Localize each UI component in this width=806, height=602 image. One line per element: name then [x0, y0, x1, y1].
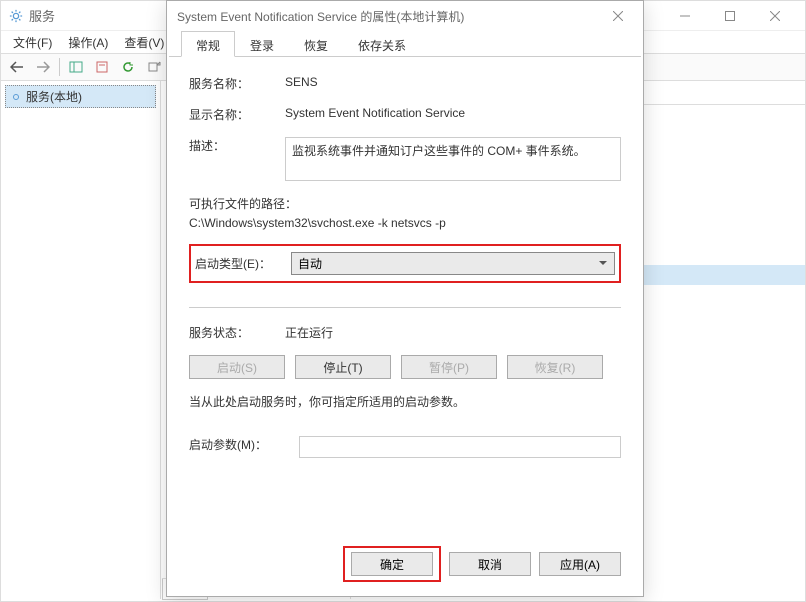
gear-icon [10, 91, 22, 103]
menu-file[interactable]: 文件(F) [7, 32, 58, 53]
pause-button: 暂停(P) [401, 355, 497, 379]
forward-button[interactable] [31, 56, 55, 78]
tree-node-services-local[interactable]: 服务(本地) [5, 85, 156, 108]
tab-recovery[interactable]: 恢复 [289, 31, 343, 56]
start-params-input [299, 436, 621, 458]
maximize-button[interactable] [707, 1, 752, 31]
dialog-close-button[interactable] [603, 1, 633, 31]
dialog-button-row: 确定 取消 应用(A) [343, 546, 621, 582]
export-icon[interactable] [142, 56, 166, 78]
label-description: 描述： [189, 137, 285, 154]
label-service-name: 服务名称： [189, 75, 285, 92]
apply-button[interactable]: 应用(A) [539, 552, 621, 576]
window-controls [662, 1, 797, 31]
dialog-tabs: 常规 登录 恢复 依存关系 [169, 31, 641, 57]
resume-button: 恢复(R) [507, 355, 603, 379]
divider [189, 307, 621, 308]
value-service-name: SENS [285, 75, 621, 89]
label-service-status: 服务状态： [189, 324, 285, 341]
label-startup-type: 启动类型(E)： [195, 252, 291, 272]
close-button[interactable] [752, 1, 797, 31]
value-service-status: 正在运行 [285, 324, 621, 341]
label-exe-path: 可执行文件的路径： [189, 195, 621, 212]
menu-view[interactable]: 查看(V) [118, 32, 170, 53]
label-start-params: 启动参数(M)： [189, 436, 299, 453]
dialog-title: System Event Notification Service 的属性(本地… [177, 8, 603, 25]
back-button[interactable] [5, 56, 29, 78]
description-textbox[interactable]: 监视系统事件并通知订户这些事件的 COM+ 事件系统。 [285, 137, 621, 181]
value-display-name: System Event Notification Service [285, 106, 621, 120]
menu-action[interactable]: 操作(A) [62, 32, 114, 53]
value-exe-path: C:\Windows\system32\svchost.exe -k netsv… [189, 216, 621, 230]
cancel-button[interactable]: 取消 [449, 552, 531, 576]
refresh-icon[interactable] [116, 56, 140, 78]
minimize-button[interactable] [662, 1, 707, 31]
properties-icon[interactable] [90, 56, 114, 78]
tab-dependencies[interactable]: 依存关系 [343, 31, 421, 56]
tab-general[interactable]: 常规 [181, 31, 235, 57]
start-button: 启动(S) [189, 355, 285, 379]
dialog-titlebar[interactable]: System Event Notification Service 的属性(本地… [167, 1, 643, 31]
tab-logon[interactable]: 登录 [235, 31, 289, 56]
gear-icon [9, 9, 23, 23]
start-params-hint: 当从此处启动服务时，你可指定所适用的启动参数。 [189, 393, 621, 410]
startup-type-combo[interactable]: 自动 [291, 252, 615, 275]
show-hide-icon[interactable] [64, 56, 88, 78]
ok-highlight: 确定 [343, 546, 441, 582]
stop-button[interactable]: 停止(T) [295, 355, 391, 379]
properties-dialog: System Event Notification Service 的属性(本地… [166, 0, 644, 597]
ok-button[interactable]: 确定 [351, 552, 433, 576]
label-display-name: 显示名称： [189, 106, 285, 123]
tree-pane: 服务(本地) [1, 81, 161, 599]
